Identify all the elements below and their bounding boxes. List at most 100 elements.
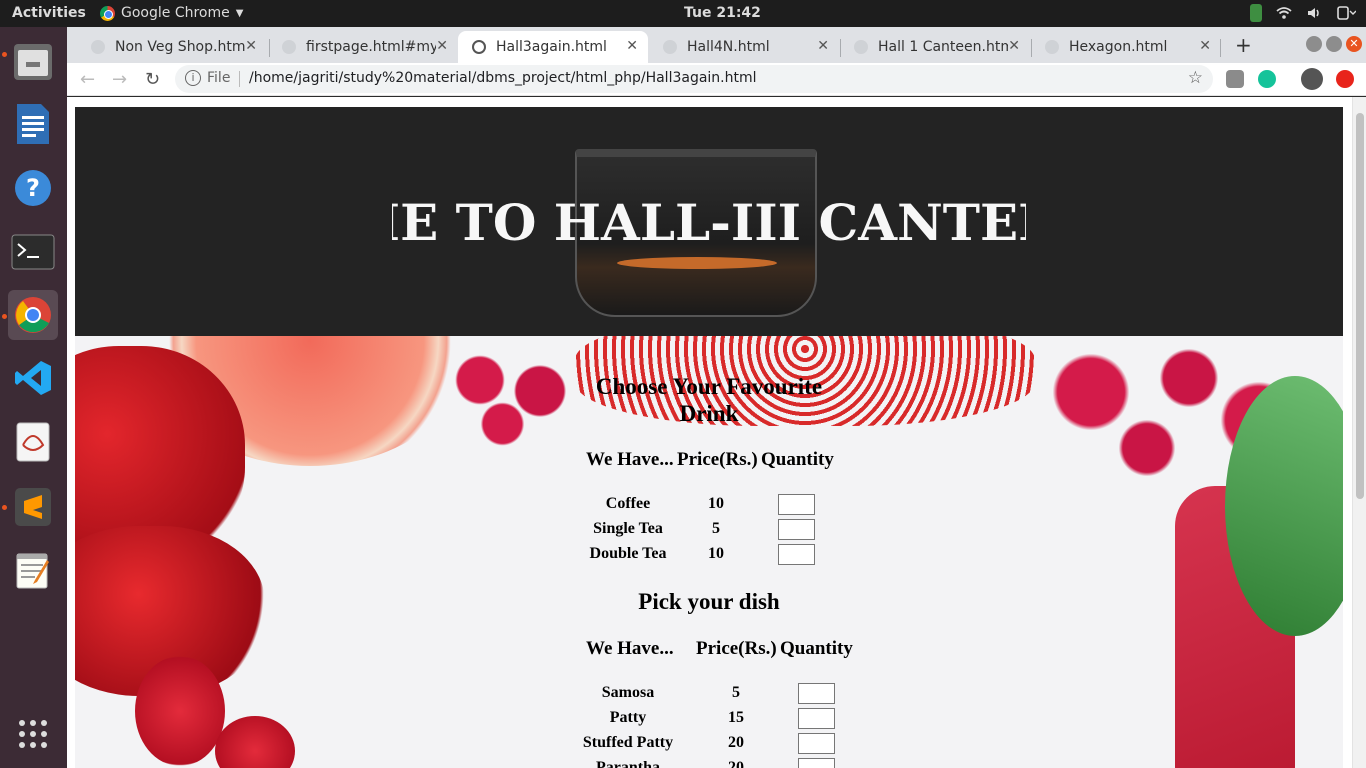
banner-title: WELCOME TO HALL-III CANTEEN [392, 193, 1026, 252]
tab-title: firstpage.html#my [306, 39, 436, 55]
drinks-heading-line2: Drink [679, 401, 739, 426]
chrome-icon [100, 5, 115, 21]
close-window-button[interactable]: ✕ [1346, 36, 1362, 52]
double-tea-quantity-input[interactable] [778, 544, 815, 565]
writer-icon[interactable] [8, 99, 58, 149]
close-icon[interactable]: ✕ [817, 38, 829, 54]
chrome-dock-icon[interactable] [8, 290, 58, 340]
page-icon [91, 40, 105, 54]
browser-toolbar: ← → ↻ i File /home/jagriti/study%20mater… [67, 63, 1366, 96]
drink-name: Single Tea [593, 520, 663, 537]
wifi-icon[interactable] [1276, 5, 1292, 21]
document-viewer-icon[interactable] [8, 417, 58, 467]
close-icon[interactable]: ✕ [1008, 38, 1020, 54]
stuffed-patty-quantity-input[interactable] [798, 733, 835, 754]
power-menu-icon[interactable] [1336, 5, 1357, 21]
drink-name: Coffee [605, 495, 651, 512]
indicator-icon[interactable] [1250, 4, 1262, 22]
drinks-heading-line1: Choose Your Favourite [595, 374, 823, 399]
chevron-down-icon: ▼ [235, 7, 244, 19]
strawberry-image [135, 656, 225, 766]
info-icon[interactable]: i [185, 70, 201, 86]
scrollbar-thumb[interactable] [1356, 113, 1364, 499]
maximize-button[interactable] [1326, 36, 1342, 52]
app-menu[interactable]: Google Chrome ▼ [100, 5, 243, 21]
help-icon[interactable]: ? [8, 163, 58, 213]
terminal-icon[interactable] [8, 227, 58, 277]
dock: ? [0, 27, 67, 768]
single-tea-quantity-input[interactable] [778, 519, 815, 540]
vscode-icon[interactable] [8, 353, 58, 403]
parantha-quantity-input[interactable] [798, 758, 835, 768]
dishes-col-qty: Quantity [780, 638, 853, 659]
update-icon[interactable] [1336, 70, 1354, 88]
tab-strip: Non Veg Shop.htm ✕ firstpage.html#my ✕ H… [67, 27, 1366, 63]
avatar[interactable] [1301, 68, 1323, 90]
close-icon[interactable]: ✕ [436, 38, 448, 54]
page-viewport: WELCOME TO HALL-III CANTEEN Choose Your … [67, 97, 1352, 768]
bookmark-star-icon[interactable]: ☆ [1188, 68, 1203, 88]
system-tray[interactable] [1250, 4, 1357, 22]
tab[interactable]: Hexagon.html ✕ [1031, 31, 1221, 63]
volume-icon[interactable] [1306, 5, 1322, 21]
show-applications-icon[interactable] [8, 709, 58, 759]
tab-active[interactable]: Hall3again.html ✕ [458, 31, 648, 63]
marquee: WELCOME TO HALL-III CANTEEN [392, 187, 1026, 257]
drink-price: 10 [708, 495, 724, 512]
dish-price: 5 [732, 684, 740, 701]
dish-name: Parantha [596, 759, 660, 768]
drinks-col-qty: Quantity [761, 449, 834, 470]
header-banner: WELCOME TO HALL-III CANTEEN [75, 107, 1343, 336]
minimize-button[interactable] [1306, 36, 1322, 52]
drinks-heading: Choose Your Favourite Drink [575, 373, 843, 427]
url-scheme: File [207, 70, 231, 86]
dish-name: Patty [609, 709, 647, 726]
dish-price: 15 [728, 709, 744, 726]
page-scrollbar[interactable] [1352, 97, 1366, 768]
drinks-col-price: Price(Rs.) [677, 449, 758, 470]
tab-title: Hall4N.html [687, 39, 770, 55]
dish-name: Stuffed Patty [582, 734, 674, 751]
dishes-col-price: Price(Rs.) [696, 638, 777, 659]
page-icon [663, 40, 677, 54]
patty-quantity-input[interactable] [798, 708, 835, 729]
close-icon[interactable]: ✕ [245, 38, 257, 54]
running-indicator [2, 314, 7, 319]
page-icon [854, 40, 868, 54]
drink-price: 5 [712, 520, 720, 537]
address-bar[interactable]: i File /home/jagriti/study%20material/db… [175, 65, 1213, 93]
close-icon[interactable]: ✕ [1199, 38, 1211, 54]
tab[interactable]: Hall 1 Canteen.htm ✕ [840, 31, 1030, 63]
grammarly-icon[interactable] [1258, 70, 1276, 88]
globe-icon [472, 40, 486, 54]
url-text[interactable]: /home/jagriti/study%20material/dbms_proj… [249, 70, 757, 86]
drink-price: 10 [708, 545, 724, 562]
dish-name: Samosa [601, 684, 655, 701]
tab-title: Non Veg Shop.htm [115, 39, 245, 55]
dishes-col-item: We Have... [586, 638, 674, 659]
tab[interactable]: firstpage.html#my ✕ [268, 31, 458, 63]
samosa-quantity-input[interactable] [798, 683, 835, 704]
extension-icon[interactable] [1226, 70, 1244, 88]
reload-button[interactable]: ↻ [145, 69, 160, 90]
running-indicator [2, 505, 7, 510]
sublime-icon[interactable] [8, 482, 58, 532]
back-button[interactable]: ← [80, 69, 95, 90]
dish-price: 20 [728, 734, 744, 751]
clock[interactable]: Tue 21:42 [684, 5, 761, 21]
new-tab-button[interactable]: + [1235, 33, 1252, 57]
page-icon [282, 40, 296, 54]
strawberry-image [215, 716, 295, 768]
menu-section: Choose Your Favourite Drink We Have... P… [75, 336, 1343, 768]
tab[interactable]: Non Veg Shop.htm ✕ [77, 31, 267, 63]
forward-button[interactable]: → [112, 69, 127, 90]
files-icon[interactable] [8, 37, 58, 87]
close-icon[interactable]: ✕ [626, 38, 638, 54]
activities-button[interactable]: Activities [12, 5, 86, 21]
tab[interactable]: Hall4N.html ✕ [649, 31, 839, 63]
drink-name: Double Tea [589, 545, 667, 562]
tab-title: Hall3again.html [496, 39, 607, 55]
coffee-quantity-input[interactable] [778, 494, 815, 515]
text-editor-icon[interactable] [8, 545, 58, 595]
app-menu-label: Google Chrome [121, 5, 230, 21]
